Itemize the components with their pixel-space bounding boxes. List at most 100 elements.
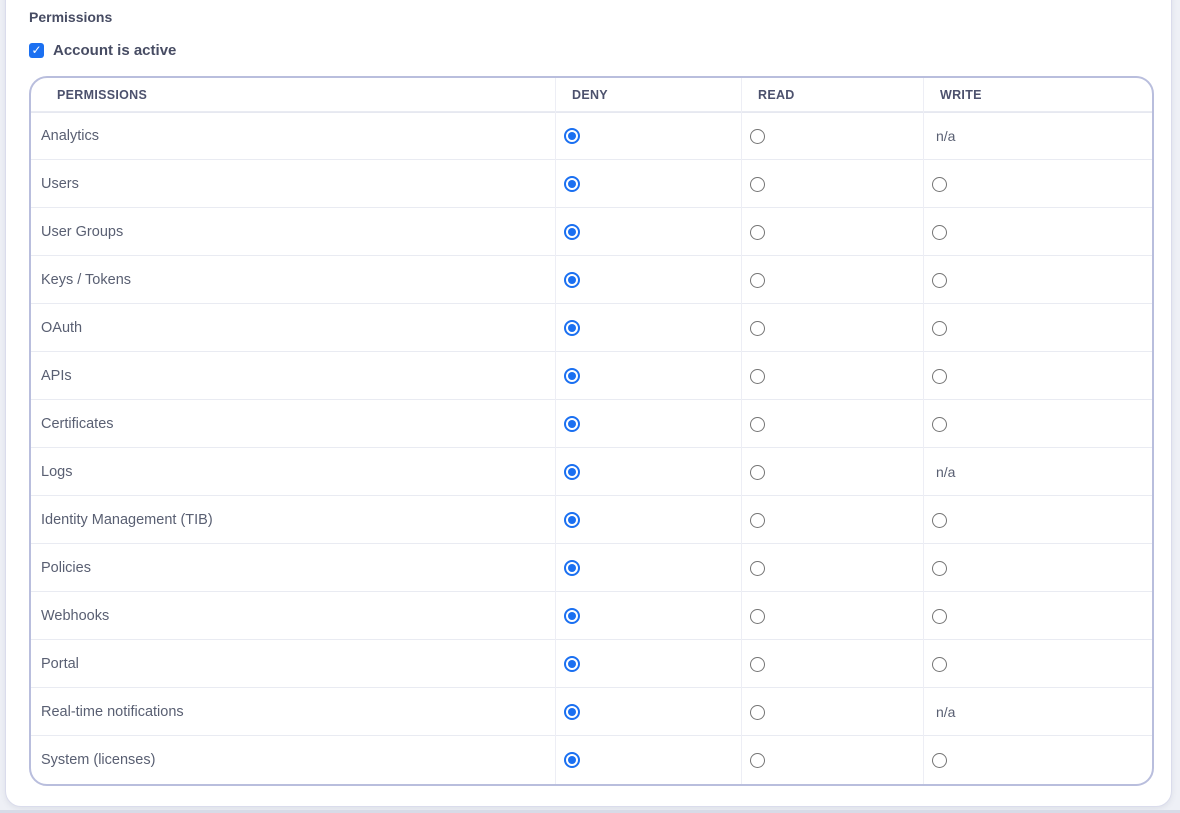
write-radio[interactable] bbox=[932, 225, 947, 240]
write-radio[interactable] bbox=[932, 753, 947, 768]
write-radio[interactable] bbox=[932, 321, 947, 336]
permission-name: Users bbox=[31, 160, 556, 208]
deny-radio[interactable] bbox=[564, 560, 580, 576]
column-header-permissions: PERMISSIONS bbox=[31, 78, 556, 112]
table-row: Real-time notifications n/a bbox=[31, 688, 1152, 736]
read-cell bbox=[742, 736, 924, 784]
deny-radio[interactable] bbox=[564, 704, 580, 720]
read-cell bbox=[742, 544, 924, 592]
write-cell: n/a bbox=[924, 112, 1152, 160]
table-row: APIs bbox=[31, 352, 1152, 400]
read-cell bbox=[742, 304, 924, 352]
read-radio[interactable] bbox=[750, 465, 765, 480]
deny-radio[interactable] bbox=[564, 128, 580, 144]
deny-cell bbox=[556, 592, 742, 640]
read-radio[interactable] bbox=[750, 177, 765, 192]
permission-name: APIs bbox=[31, 352, 556, 400]
account-active-checkbox[interactable]: ✓ bbox=[29, 43, 44, 58]
write-cell bbox=[924, 400, 1152, 448]
permission-name: Certificates bbox=[31, 400, 556, 448]
table-row: Keys / Tokens bbox=[31, 256, 1152, 304]
write-cell bbox=[924, 256, 1152, 304]
column-header-write: WRITE bbox=[924, 78, 1152, 112]
deny-cell bbox=[556, 256, 742, 304]
permission-name: Analytics bbox=[31, 112, 556, 160]
read-cell bbox=[742, 592, 924, 640]
deny-cell bbox=[556, 208, 742, 256]
read-radio[interactable] bbox=[750, 561, 765, 576]
read-cell bbox=[742, 352, 924, 400]
table-row: User Groups bbox=[31, 208, 1152, 256]
read-radio[interactable] bbox=[750, 321, 765, 336]
deny-radio[interactable] bbox=[564, 224, 580, 240]
deny-radio[interactable] bbox=[564, 368, 580, 384]
deny-cell bbox=[556, 112, 742, 160]
deny-radio[interactable] bbox=[564, 320, 580, 336]
table-row: Users bbox=[31, 160, 1152, 208]
deny-cell bbox=[556, 304, 742, 352]
deny-radio[interactable] bbox=[564, 272, 580, 288]
read-radio[interactable] bbox=[750, 609, 765, 624]
write-radio[interactable] bbox=[932, 561, 947, 576]
table-body: Analytics n/a Users User Groups Keys / T… bbox=[31, 112, 1152, 784]
permission-name: OAuth bbox=[31, 304, 556, 352]
permission-name: User Groups bbox=[31, 208, 556, 256]
read-radio[interactable] bbox=[750, 705, 765, 720]
table-row: Identity Management (TIB) bbox=[31, 496, 1152, 544]
read-radio[interactable] bbox=[750, 225, 765, 240]
write-radio[interactable] bbox=[932, 609, 947, 624]
deny-cell bbox=[556, 400, 742, 448]
permission-name: Keys / Tokens bbox=[31, 256, 556, 304]
column-header-read: READ bbox=[742, 78, 924, 112]
write-cell: n/a bbox=[924, 448, 1152, 496]
write-radio[interactable] bbox=[932, 417, 947, 432]
write-cell bbox=[924, 496, 1152, 544]
read-radio[interactable] bbox=[750, 417, 765, 432]
deny-radio[interactable] bbox=[564, 752, 580, 768]
write-radio[interactable] bbox=[932, 177, 947, 192]
write-radio[interactable] bbox=[932, 369, 947, 384]
deny-cell bbox=[556, 160, 742, 208]
write-cell bbox=[924, 640, 1152, 688]
write-cell bbox=[924, 736, 1152, 784]
read-cell bbox=[742, 112, 924, 160]
deny-cell bbox=[556, 496, 742, 544]
deny-radio[interactable] bbox=[564, 416, 580, 432]
deny-radio[interactable] bbox=[564, 656, 580, 672]
deny-radio[interactable] bbox=[564, 608, 580, 624]
write-cell: n/a bbox=[924, 688, 1152, 736]
read-cell bbox=[742, 256, 924, 304]
table-header-row: PERMISSIONS DENY READ WRITE bbox=[31, 78, 1152, 112]
write-cell bbox=[924, 352, 1152, 400]
permission-name: Portal bbox=[31, 640, 556, 688]
read-radio[interactable] bbox=[750, 129, 765, 144]
read-radio[interactable] bbox=[750, 657, 765, 672]
deny-radio[interactable] bbox=[564, 512, 580, 528]
read-radio[interactable] bbox=[750, 273, 765, 288]
table-row: Analytics n/a bbox=[31, 112, 1152, 160]
deny-radio[interactable] bbox=[564, 464, 580, 480]
checkmark-icon: ✓ bbox=[31, 44, 41, 56]
permission-name: Policies bbox=[31, 544, 556, 592]
deny-radio[interactable] bbox=[564, 176, 580, 192]
read-radio[interactable] bbox=[750, 513, 765, 528]
write-radio[interactable] bbox=[932, 513, 947, 528]
write-radio[interactable] bbox=[932, 273, 947, 288]
deny-cell bbox=[556, 544, 742, 592]
write-radio[interactable] bbox=[932, 657, 947, 672]
read-cell bbox=[742, 688, 924, 736]
read-cell bbox=[742, 496, 924, 544]
write-cell bbox=[924, 304, 1152, 352]
write-na-text: n/a bbox=[932, 704, 955, 720]
deny-cell bbox=[556, 448, 742, 496]
read-cell bbox=[742, 640, 924, 688]
deny-cell bbox=[556, 352, 742, 400]
read-radio[interactable] bbox=[750, 753, 765, 768]
read-radio[interactable] bbox=[750, 369, 765, 384]
permission-name: Webhooks bbox=[31, 592, 556, 640]
deny-cell bbox=[556, 736, 742, 784]
account-active-checkbox-row[interactable]: ✓ Account is active bbox=[29, 41, 176, 59]
write-cell bbox=[924, 208, 1152, 256]
table-row: Webhooks bbox=[31, 592, 1152, 640]
write-cell bbox=[924, 544, 1152, 592]
